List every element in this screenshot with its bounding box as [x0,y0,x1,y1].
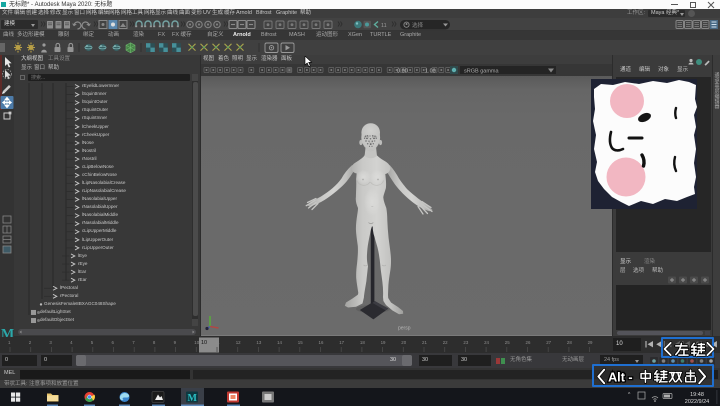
svg-text:11: 11 [381,23,387,29]
svg-text:19:48: 19:48 [690,392,704,398]
svg-text:选择: 选择 [412,21,424,29]
svg-text:0.00: 0.00 [397,69,408,75]
svg-text:2022/9/24: 2022/9/24 [685,399,709,405]
svg-text:1.00: 1.00 [425,69,436,75]
svg-text:persp: persp [398,326,411,332]
svg-text:sRGB gamma: sRGB gamma [464,69,499,75]
svg-text:^: ^ [628,392,631,398]
svg-text:Alt -: Alt - [608,370,633,384]
svg-text:M: M [188,393,198,404]
